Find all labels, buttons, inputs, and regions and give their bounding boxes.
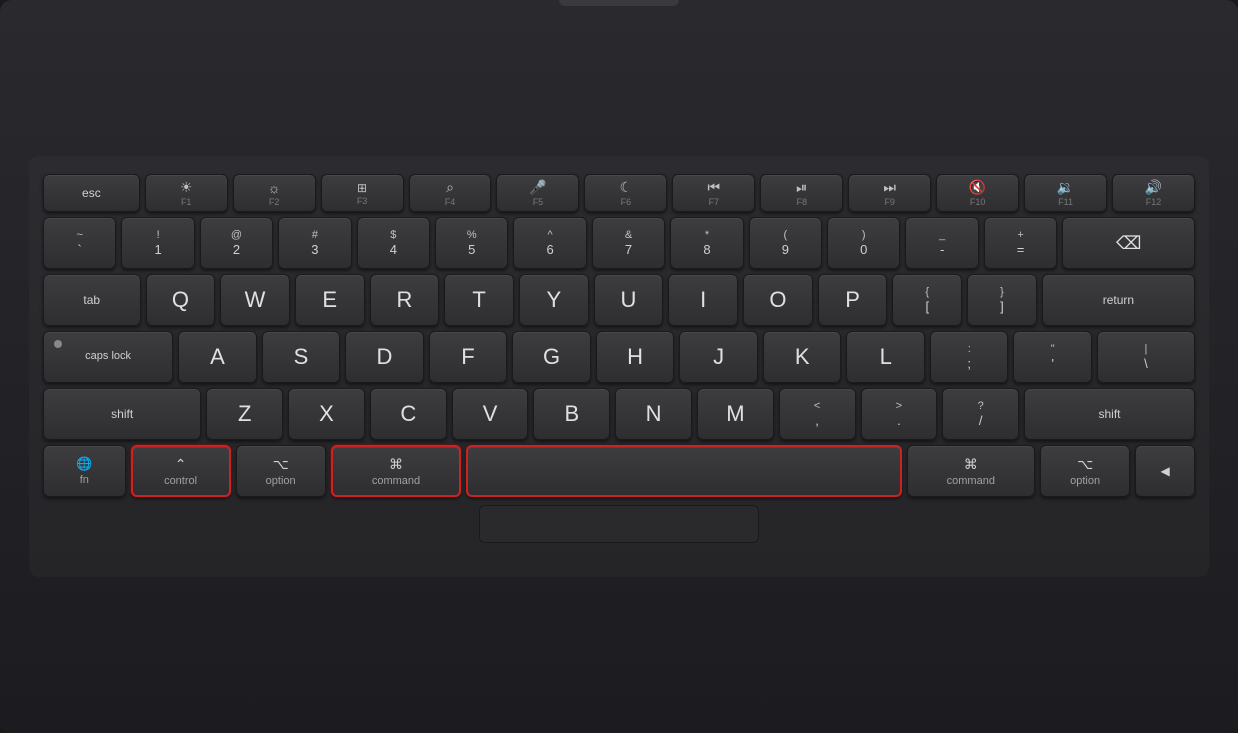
key-space[interactable] — [466, 445, 901, 497]
key-6[interactable]: ^ 6 — [513, 217, 586, 269]
key-bracket-l[interactable]: { [ — [892, 274, 962, 326]
key-f5[interactable]: 🎤 F5 — [496, 174, 579, 212]
key-shift-left[interactable]: shift — [43, 388, 201, 440]
key-backspace[interactable]: ⌫ — [1062, 217, 1195, 269]
bottom-edge — [43, 497, 1195, 547]
key-z[interactable]: Z — [206, 388, 283, 440]
key-4[interactable]: $ 4 — [357, 217, 430, 269]
key-f1[interactable]: ☀ F1 — [145, 174, 228, 212]
key-minus[interactable]: _ - — [905, 217, 978, 269]
key-caps-lock[interactable]: caps lock — [43, 331, 173, 383]
key-0[interactable]: ) 0 — [827, 217, 900, 269]
key-command-left[interactable]: ⌘ command — [331, 445, 461, 497]
laptop-frame: esc ☀ F1 ☼ F2 ⊞ F3 ⌕ F4 — [0, 0, 1238, 733]
key-7[interactable]: & 7 — [592, 217, 665, 269]
key-backtick[interactable]: ~ ` — [43, 217, 116, 269]
key-u[interactable]: U — [594, 274, 664, 326]
key-e[interactable]: E — [295, 274, 365, 326]
trackpad[interactable] — [479, 505, 759, 543]
keyboard-area: esc ☀ F1 ☼ F2 ⊞ F3 ⌕ F4 — [29, 156, 1209, 577]
key-comma[interactable]: < , — [779, 388, 856, 440]
key-1[interactable]: ! 1 — [121, 217, 194, 269]
key-command-right[interactable]: ⌘ command — [907, 445, 1035, 497]
key-period[interactable]: > . — [861, 388, 938, 440]
key-n[interactable]: N — [615, 388, 692, 440]
key-tab[interactable]: tab — [43, 274, 141, 326]
key-bracket-r[interactable]: } ] — [967, 274, 1037, 326]
key-f2[interactable]: ☼ F2 — [233, 174, 316, 212]
key-f[interactable]: F — [429, 331, 508, 383]
key-f12[interactable]: 🔊 F12 — [1112, 174, 1195, 212]
key-c[interactable]: C — [370, 388, 447, 440]
key-return[interactable]: return — [1042, 274, 1195, 326]
key-f11[interactable]: 🔉 F11 — [1024, 174, 1107, 212]
key-shift-right[interactable]: shift — [1024, 388, 1195, 440]
key-option-right[interactable]: ⌥ option — [1040, 445, 1130, 497]
top-bar — [559, 0, 679, 6]
key-2[interactable]: @ 2 — [200, 217, 273, 269]
key-l[interactable]: L — [846, 331, 925, 383]
key-a[interactable]: A — [178, 331, 257, 383]
key-r[interactable]: R — [370, 274, 440, 326]
key-v[interactable]: V — [452, 388, 529, 440]
key-equals[interactable]: + = — [984, 217, 1057, 269]
a-row: caps lock A S D F G H J K L : ; " ' — [43, 331, 1195, 383]
key-fn[interactable]: 🌐 fn — [43, 445, 126, 497]
key-semicolon[interactable]: : ; — [930, 331, 1009, 383]
caps-lock-indicator — [54, 340, 62, 348]
key-b[interactable]: B — [533, 388, 610, 440]
key-k[interactable]: K — [763, 331, 842, 383]
key-quote[interactable]: " ' — [1013, 331, 1092, 383]
key-x[interactable]: X — [288, 388, 365, 440]
key-backslash[interactable]: | \ — [1097, 331, 1195, 383]
key-esc[interactable]: esc — [43, 174, 140, 212]
key-8[interactable]: * 8 — [670, 217, 743, 269]
fn-row: esc ☀ F1 ☼ F2 ⊞ F3 ⌕ F4 — [43, 174, 1195, 212]
z-row: shift Z X C V B N M < , > . ? — [43, 388, 1195, 440]
key-f4[interactable]: ⌕ F4 — [409, 174, 492, 212]
key-f8[interactable]: ⏯ F8 — [760, 174, 843, 212]
key-g[interactable]: G — [512, 331, 591, 383]
key-f9[interactable]: ⏭ F9 — [848, 174, 931, 212]
key-m[interactable]: M — [697, 388, 774, 440]
key-arrow-left[interactable]: ◀ — [1135, 445, 1195, 497]
key-q[interactable]: Q — [146, 274, 216, 326]
key-f6[interactable]: ☾ F6 — [584, 174, 667, 212]
key-i[interactable]: I — [668, 274, 738, 326]
key-y[interactable]: Y — [519, 274, 589, 326]
q-row: tab Q W E R T Y U I O P { [ } ] — [43, 274, 1195, 326]
key-o[interactable]: O — [743, 274, 813, 326]
keyboard-rows: esc ☀ F1 ☼ F2 ⊞ F3 ⌕ F4 — [43, 174, 1195, 497]
key-s[interactable]: S — [262, 331, 341, 383]
key-option-left[interactable]: ⌥ option — [236, 445, 326, 497]
num-row: ~ ` ! 1 @ 2 # 3 $ 4 — [43, 217, 1195, 269]
key-d[interactable]: D — [345, 331, 424, 383]
bottom-row: 🌐 fn ⌃ control ⌥ option ⌘ command — [43, 445, 1195, 497]
key-j[interactable]: J — [679, 331, 758, 383]
key-p[interactable]: P — [818, 274, 888, 326]
key-5[interactable]: % 5 — [435, 217, 508, 269]
key-f3[interactable]: ⊞ F3 — [321, 174, 404, 212]
key-3[interactable]: # 3 — [278, 217, 351, 269]
key-t[interactable]: T — [444, 274, 514, 326]
key-h[interactable]: H — [596, 331, 675, 383]
key-9[interactable]: ( 9 — [749, 217, 822, 269]
key-f10[interactable]: 🔇 F10 — [936, 174, 1019, 212]
key-w[interactable]: W — [220, 274, 290, 326]
key-control[interactable]: ⌃ control — [131, 445, 231, 497]
key-slash[interactable]: ? / — [942, 388, 1019, 440]
key-f7[interactable]: ⏮ F7 — [672, 174, 755, 212]
